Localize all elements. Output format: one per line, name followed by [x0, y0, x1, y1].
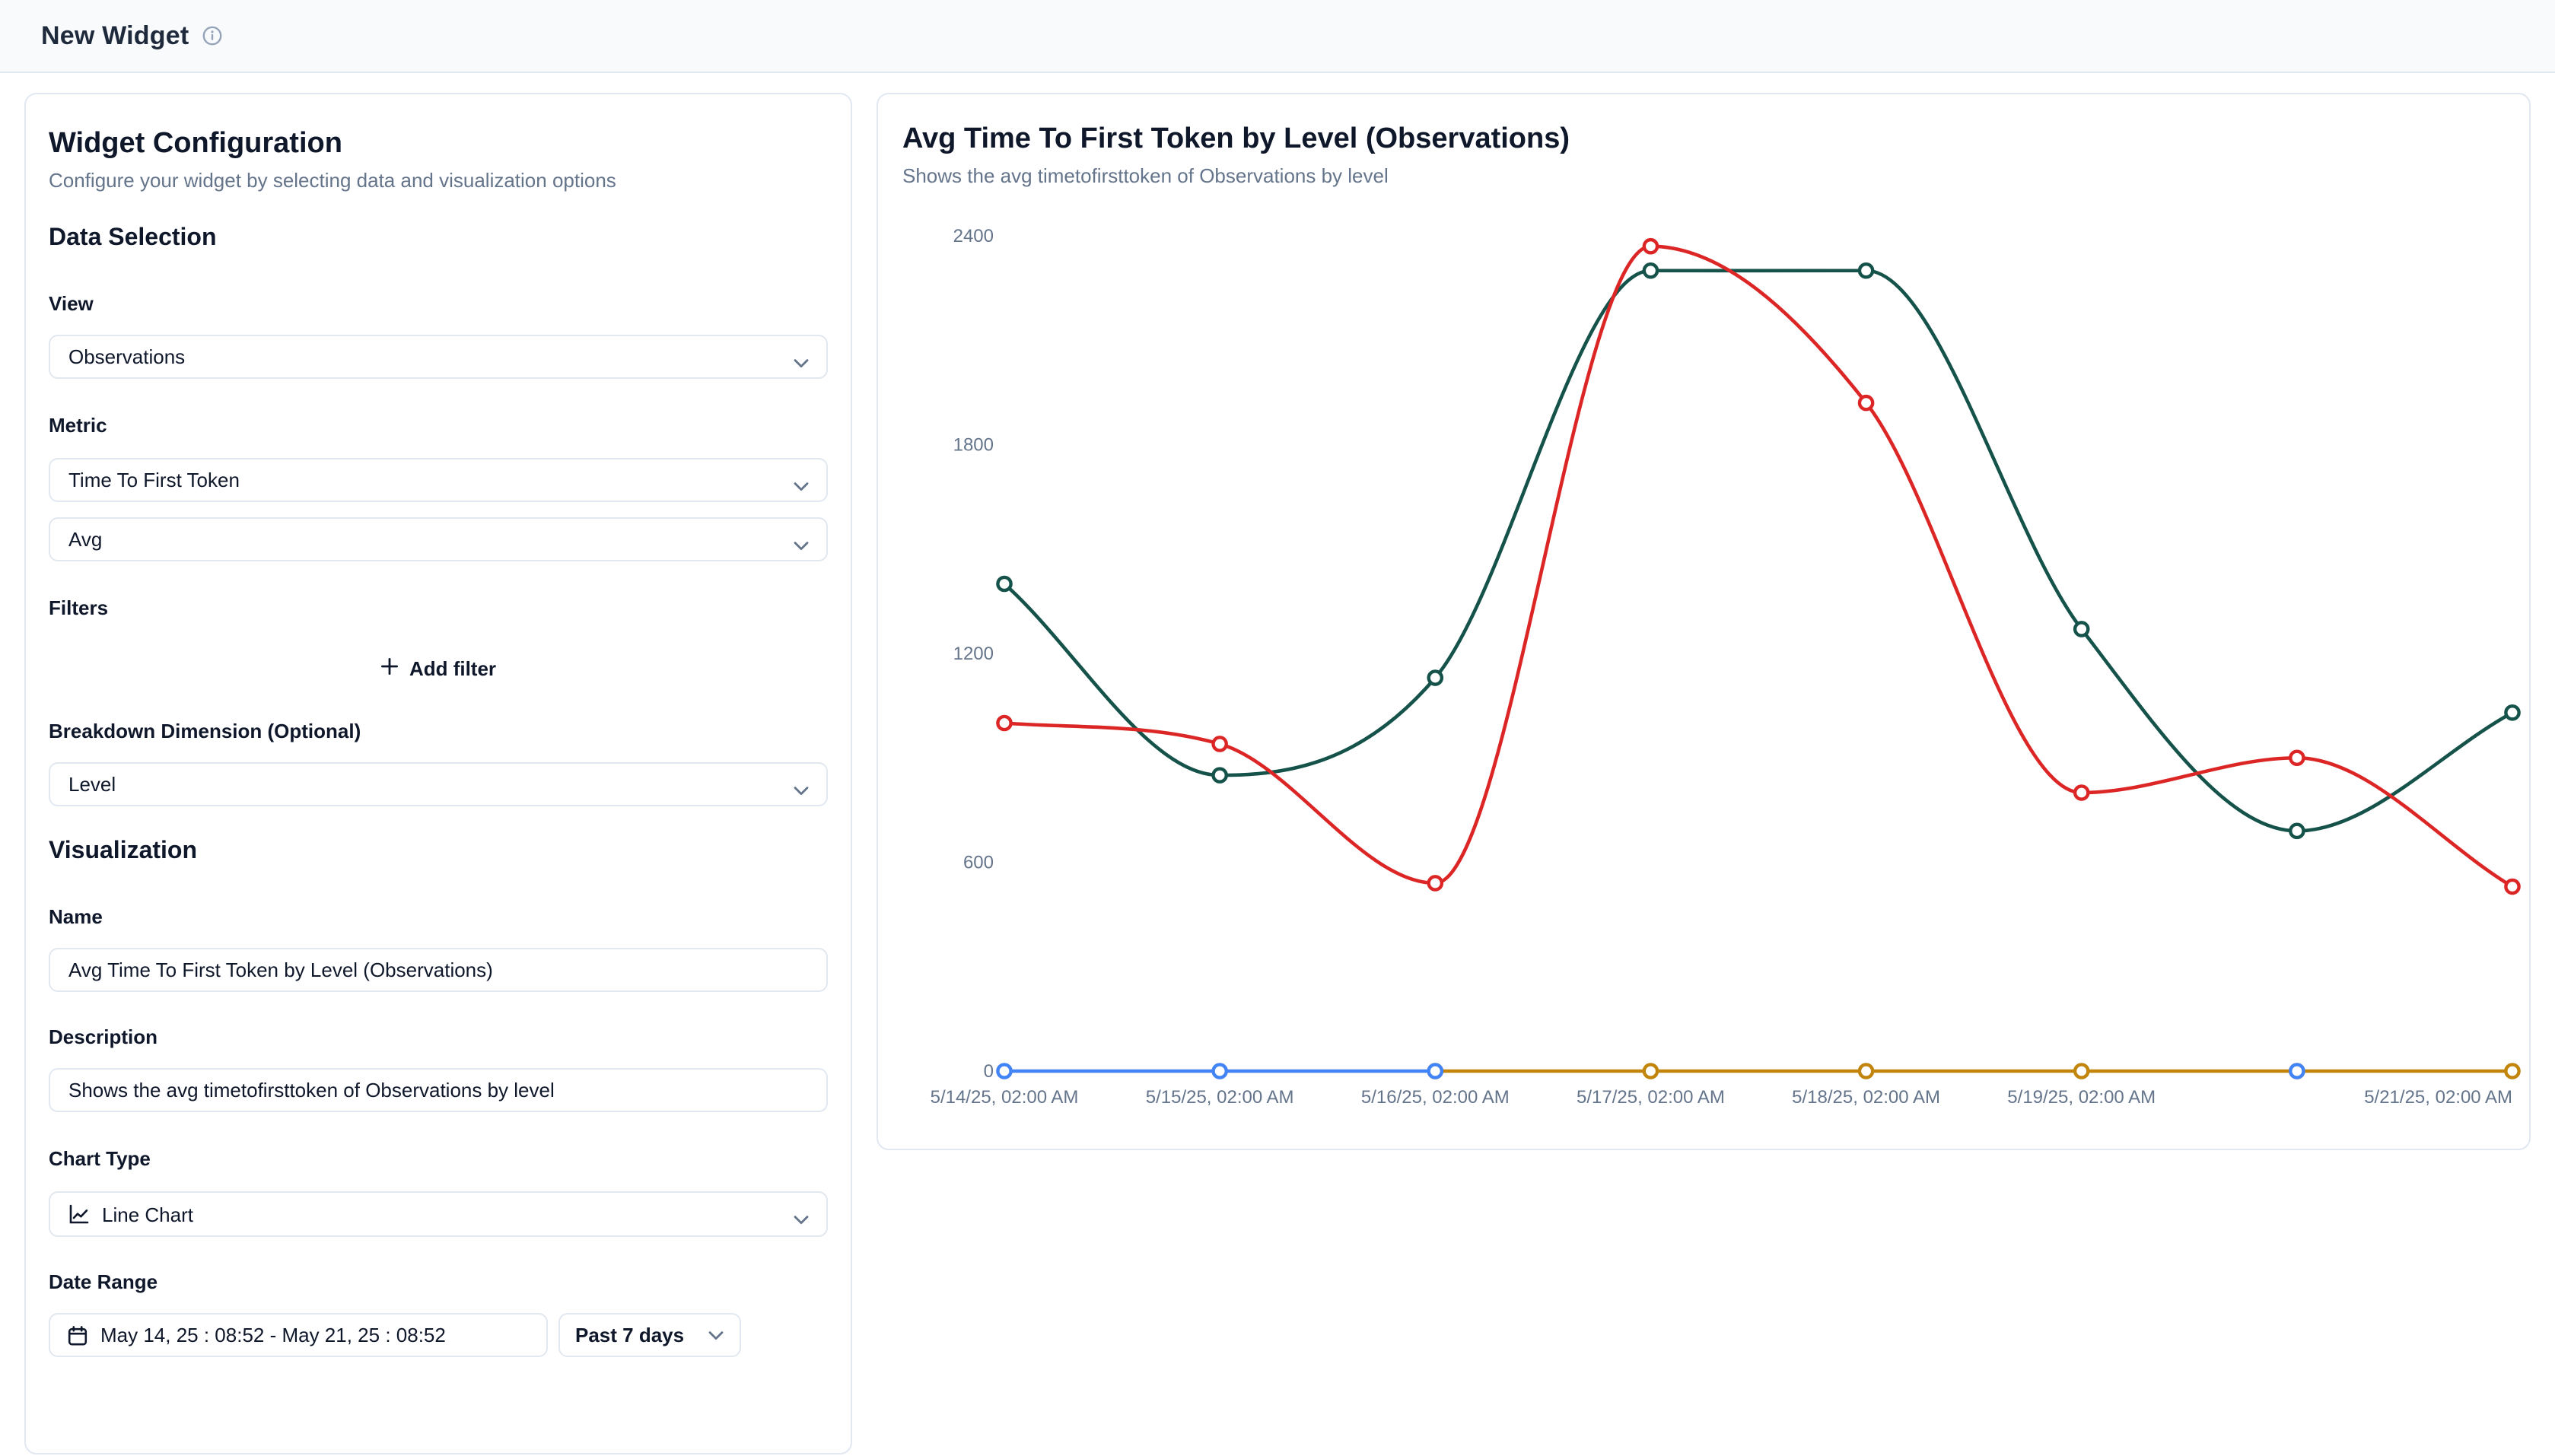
- add-filter-button[interactable]: Add filter: [339, 650, 537, 686]
- line-chart-icon: [68, 1203, 90, 1225]
- data-point-red: [1860, 396, 1873, 409]
- chart-type-label: Chart Type: [49, 1147, 828, 1171]
- data-point-teal: [2290, 825, 2303, 838]
- data-point-teal: [2075, 622, 2088, 635]
- x-tick-label: 5/14/25, 02:00 AM: [931, 1087, 1079, 1108]
- data-point-blue: [1214, 1064, 1227, 1077]
- filters-label: Filters: [49, 596, 828, 621]
- section-data-selection: Data Selection: [49, 224, 828, 254]
- chevron-down-icon: [793, 1208, 810, 1231]
- metric-select[interactable]: Time To First Token: [49, 458, 828, 502]
- data-point-red: [2290, 752, 2303, 765]
- y-tick-label: 1200: [953, 644, 994, 664]
- data-point-teal: [1860, 264, 1873, 277]
- data-point-blue: [998, 1064, 1010, 1077]
- page-title: New Widget: [41, 21, 189, 51]
- date-preset-value: Past 7 days: [575, 1324, 684, 1346]
- data-point-red: [1429, 876, 1442, 889]
- data-point-red: [2075, 786, 2088, 799]
- description-label: Description: [49, 1025, 828, 1050]
- y-tick-label: 2400: [953, 226, 994, 246]
- x-tick-label: 5/18/25, 02:00 AM: [1792, 1087, 1940, 1108]
- data-point-orange: [1644, 1064, 1657, 1077]
- chevron-down-icon: [793, 533, 810, 556]
- aggregation-select[interactable]: Avg: [49, 517, 828, 561]
- x-tick-label: 5/17/25, 02:00 AM: [1577, 1087, 1725, 1108]
- top-bar: New Widget: [0, 0, 2555, 73]
- series-line-red: [1004, 246, 2512, 887]
- line-chart: 0 600 1200 1800 2400 5/14/25, 02:00 AM 5/15/25…: [878, 94, 2532, 1152]
- add-filter-label: Add filter: [409, 656, 496, 679]
- section-visualization: Visualization: [49, 837, 828, 867]
- date-range-value: May 14, 25 : 08:52 - May 21, 25 : 08:52: [100, 1324, 446, 1346]
- breakdown-select[interactable]: Level: [49, 762, 828, 806]
- date-range-picker[interactable]: May 14, 25 : 08:52 - May 21, 25 : 08:52: [49, 1313, 548, 1357]
- y-tick-label: 0: [984, 1061, 994, 1082]
- data-point-teal: [1214, 769, 1227, 782]
- description-input[interactable]: Shows the avg timetofirsttoken of Observ…: [49, 1068, 828, 1112]
- data-point-orange: [2075, 1064, 2088, 1077]
- data-point-red: [2506, 880, 2518, 893]
- chevron-down-icon: [793, 778, 810, 801]
- name-input[interactable]: Avg Time To First Token by Level (Observ…: [49, 948, 828, 992]
- x-tick-label: 5/16/25, 02:00 AM: [1361, 1087, 1510, 1108]
- widget-configuration-panel: Widget Configuration Configure your widg…: [24, 93, 852, 1454]
- view-select[interactable]: Observations: [49, 335, 828, 379]
- chart-type-select[interactable]: Line Chart: [49, 1191, 828, 1237]
- metric-select-value: Time To First Token: [68, 469, 240, 491]
- widget-preview-panel: Avg Time To First Token by Level (Observ…: [877, 93, 2531, 1150]
- x-tick-label: 5/21/25, 02:00 AM: [2364, 1087, 2512, 1108]
- data-point-orange: [1860, 1064, 1873, 1077]
- calendar-icon: [67, 1324, 88, 1346]
- data-point-blue: [2290, 1064, 2303, 1077]
- view-label: View: [49, 292, 828, 316]
- data-point-red: [1644, 240, 1657, 253]
- chevron-down-icon: [708, 1324, 724, 1346]
- data-point-teal: [998, 577, 1010, 590]
- x-tick-label: 5/19/25, 02:00 AM: [2007, 1087, 2156, 1108]
- description-input-value: Shows the avg timetofirsttoken of Observ…: [68, 1079, 555, 1102]
- data-point-teal: [2506, 706, 2518, 719]
- metric-label: Metric: [49, 414, 828, 438]
- breakdown-select-value: Level: [68, 773, 116, 796]
- chevron-down-icon: [793, 351, 810, 374]
- data-point-red: [1214, 737, 1227, 750]
- name-input-value: Avg Time To First Token by Level (Observ…: [68, 958, 493, 981]
- y-tick-label: 600: [963, 853, 994, 873]
- config-title: Widget Configuration: [49, 94, 828, 163]
- date-preset-select[interactable]: Past 7 days: [558, 1313, 741, 1357]
- data-point-orange: [2506, 1064, 2518, 1077]
- breakdown-label: Breakdown Dimension (Optional): [49, 720, 828, 744]
- chevron-down-icon: [793, 474, 810, 497]
- view-select-value: Observations: [68, 345, 185, 368]
- chart-type-select-value: Line Chart: [102, 1203, 193, 1226]
- page: New Widget Widget Configuration Configur…: [0, 0, 2555, 1456]
- plus-icon: [380, 656, 399, 679]
- config-subtitle: Configure your widget by selecting data …: [49, 169, 828, 193]
- x-tick-label: 5/15/25, 02:00 AM: [1146, 1087, 1294, 1108]
- data-point-teal: [1644, 264, 1657, 277]
- y-tick-label: 1800: [953, 435, 994, 456]
- date-range-label: Date Range: [49, 1270, 828, 1295]
- data-point-blue: [1429, 1064, 1442, 1077]
- aggregation-select-value: Avg: [68, 528, 102, 551]
- data-point-red: [998, 717, 1010, 730]
- data-point-teal: [1429, 671, 1442, 684]
- name-label: Name: [49, 905, 828, 930]
- info-icon[interactable]: [202, 26, 222, 46]
